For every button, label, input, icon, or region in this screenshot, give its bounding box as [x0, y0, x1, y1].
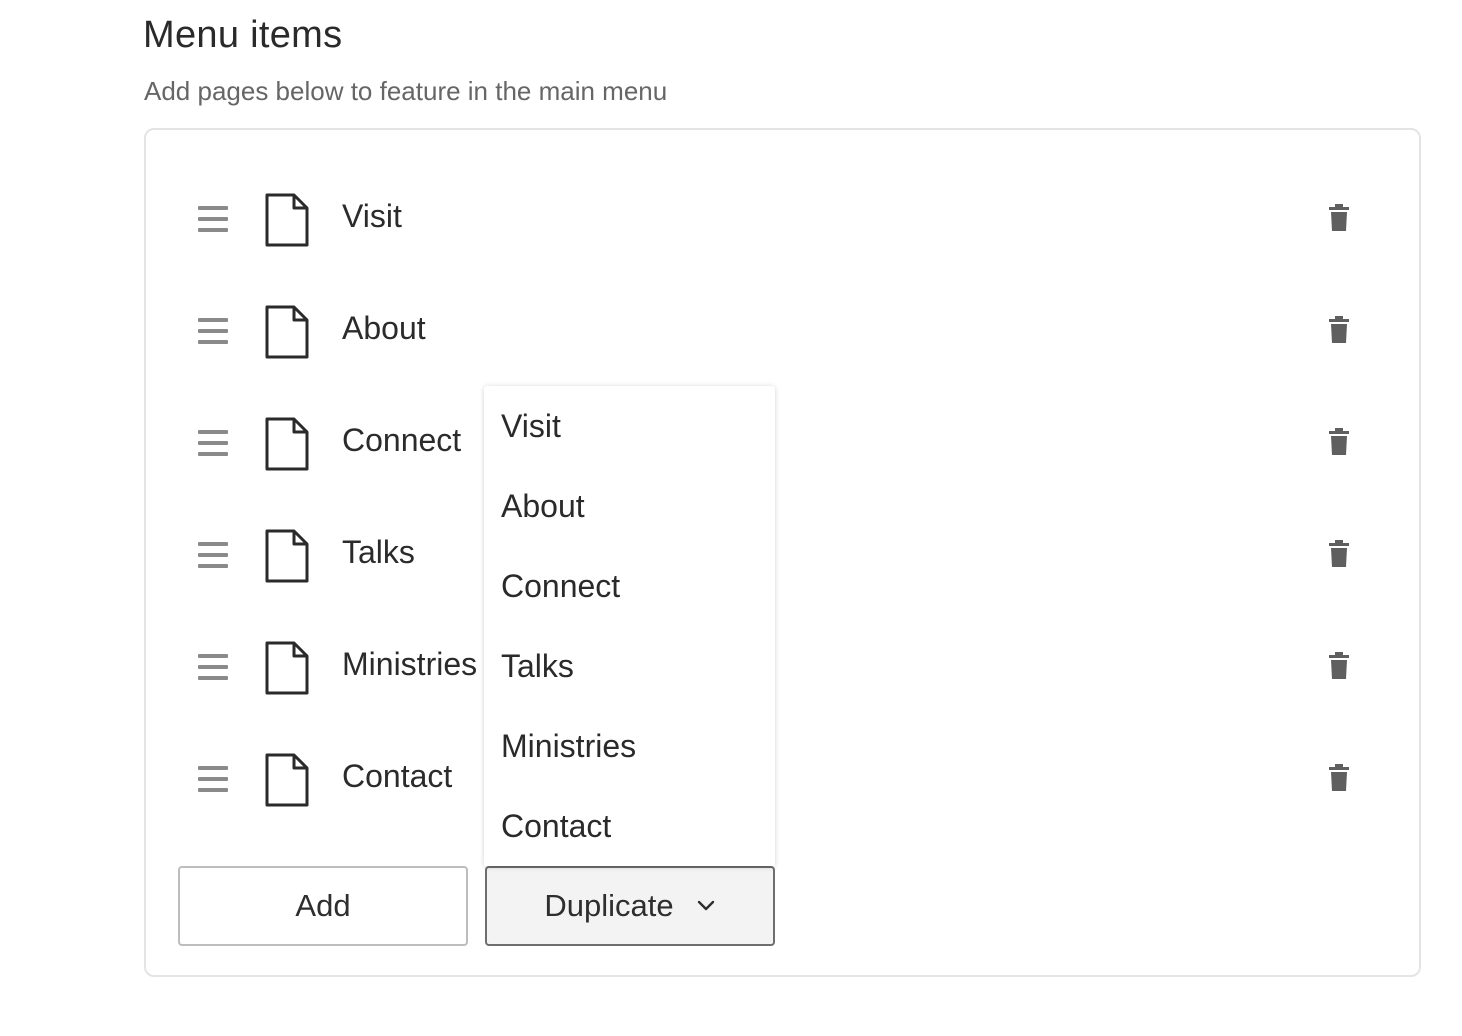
drag-handle-icon[interactable] [198, 318, 228, 344]
menu-item-row: About [146, 292, 1419, 372]
duplicate-button-label: Duplicate [544, 888, 674, 923]
trash-icon[interactable] [1329, 764, 1349, 792]
menu-item-label: Ministries [342, 646, 478, 682]
menu-item-row: Talks [146, 516, 1419, 596]
chevron-down-icon [697, 900, 714, 911]
menu-item-row: Visit [146, 180, 1419, 260]
trash-icon[interactable] [1329, 204, 1349, 232]
menu-item-label: Connect [342, 422, 462, 458]
dropdown-option[interactable]: Contact [501, 808, 611, 845]
page-icon [265, 193, 309, 247]
duplicate-dropdown-button[interactable]: Duplicate [485, 866, 775, 946]
add-button[interactable]: Add [178, 866, 468, 946]
page-icon [265, 305, 309, 359]
drag-handle-icon[interactable] [198, 206, 228, 232]
page-title: Menu items [143, 14, 343, 56]
menu-item-row: Ministries [146, 628, 1419, 708]
trash-icon[interactable] [1329, 428, 1349, 456]
page-icon [265, 529, 309, 583]
menu-item-label: About [342, 310, 426, 346]
drag-handle-icon[interactable] [198, 430, 228, 456]
trash-icon[interactable] [1329, 652, 1349, 680]
dropdown-option[interactable]: About [501, 488, 585, 525]
menu-item-label: Talks [342, 534, 415, 570]
trash-icon[interactable] [1329, 316, 1349, 344]
menu-items-panel: Visit About Connect Talks Ministries Con… [144, 128, 1421, 977]
dropdown-option[interactable]: Visit [501, 408, 561, 445]
menu-item-row: Contact [146, 740, 1419, 820]
page-subtitle: Add pages below to feature in the main m… [144, 76, 668, 106]
dropdown-option[interactable]: Talks [501, 648, 574, 685]
menu-item-label: Visit [342, 198, 402, 234]
drag-handle-icon[interactable] [198, 766, 228, 792]
page-icon [265, 417, 309, 471]
menu-item-row: Connect [146, 404, 1419, 484]
duplicate-dropdown-menu: Visit About Connect Talks Ministries Con… [484, 386, 775, 866]
add-button-label: Add [295, 888, 351, 923]
drag-handle-icon[interactable] [198, 654, 228, 680]
dropdown-option[interactable]: Ministries [501, 728, 636, 765]
page-icon [265, 753, 309, 807]
dropdown-option[interactable]: Connect [501, 568, 620, 605]
menu-item-label: Contact [342, 758, 453, 794]
trash-icon[interactable] [1329, 540, 1349, 568]
page-icon [265, 641, 309, 695]
drag-handle-icon[interactable] [198, 542, 228, 568]
